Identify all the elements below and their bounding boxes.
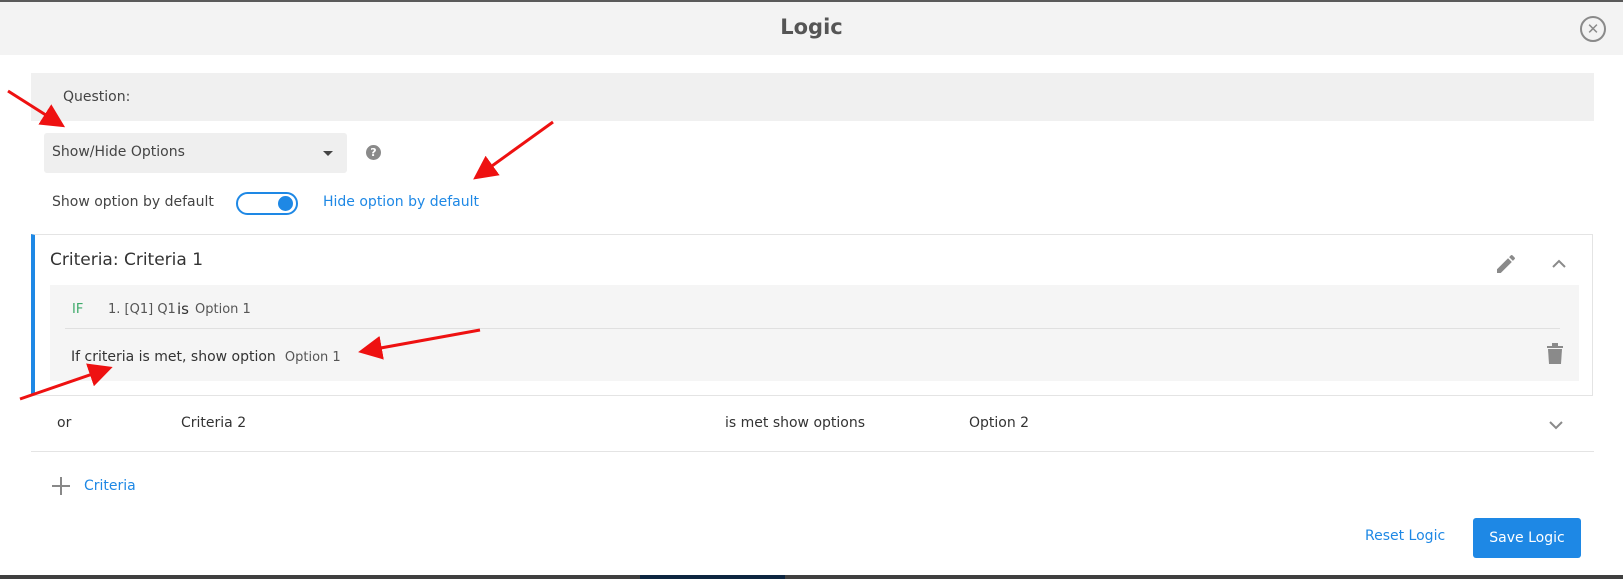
pencil-icon[interactable] (1494, 252, 1518, 276)
criteria-option: Option 2 (969, 415, 1030, 431)
condition-value: Option 1 (195, 302, 251, 317)
condition-operator: is (177, 300, 189, 318)
toggle-knob (278, 196, 293, 211)
save-logic-button[interactable]: Save Logic (1473, 518, 1581, 558)
criteria-card-1: Criteria: Criteria 1 IF 1. [Q1] Q1 is Op… (31, 234, 1593, 396)
window-bottom-border (0, 575, 1623, 579)
question-label: Question: (63, 89, 131, 105)
logic-type-value: Show/Hide Options (52, 144, 185, 160)
modal-header: Logic ✕ (0, 2, 1623, 55)
criteria-met-label: is met show options (725, 415, 866, 431)
logic-type-select[interactable]: Show/Hide Options (44, 133, 347, 173)
criteria-connector: or (57, 415, 72, 431)
criteria-row-2[interactable]: or Criteria 2 is met show options Option… (31, 396, 1594, 452)
hide-option-by-default-link[interactable]: Hide option by default (323, 194, 479, 210)
condition-question: 1. [Q1] Q1 (108, 302, 176, 317)
action-value: Option 1 (284, 350, 341, 365)
criteria-title: Criteria: Criteria 1 (50, 250, 204, 270)
modal-title: Logic (780, 15, 843, 39)
caret-down-icon (323, 151, 333, 156)
plus-icon (52, 477, 70, 495)
condition-row: IF 1. [Q1] Q1 is Option 1 (65, 285, 1560, 329)
taskbar-segment (640, 575, 785, 579)
action-row: If criteria is met, show option Option 1 (71, 346, 341, 365)
criteria-body: IF 1. [Q1] Q1 is Option 1 If criteria is… (50, 285, 1579, 381)
trash-icon[interactable] (1546, 343, 1564, 365)
show-option-by-default-label: Show option by default (52, 194, 214, 210)
criteria-name: Criteria 2 (181, 415, 247, 431)
chevron-up-icon[interactable] (1550, 255, 1568, 273)
add-criteria-label: Criteria (84, 478, 136, 494)
help-icon[interactable]: ? (366, 145, 381, 160)
if-keyword: IF (72, 302, 84, 317)
chevron-down-icon[interactable] (1547, 416, 1565, 434)
close-icon[interactable]: ✕ (1580, 16, 1606, 42)
annotation-arrow (473, 120, 554, 180)
reset-logic-button[interactable]: Reset Logic (1365, 528, 1445, 544)
question-bar: Question: (31, 73, 1594, 121)
add-criteria-button[interactable]: Criteria (52, 474, 136, 498)
action-label: If criteria is met, show option (71, 349, 276, 365)
default-visibility-toggle[interactable] (236, 192, 298, 215)
